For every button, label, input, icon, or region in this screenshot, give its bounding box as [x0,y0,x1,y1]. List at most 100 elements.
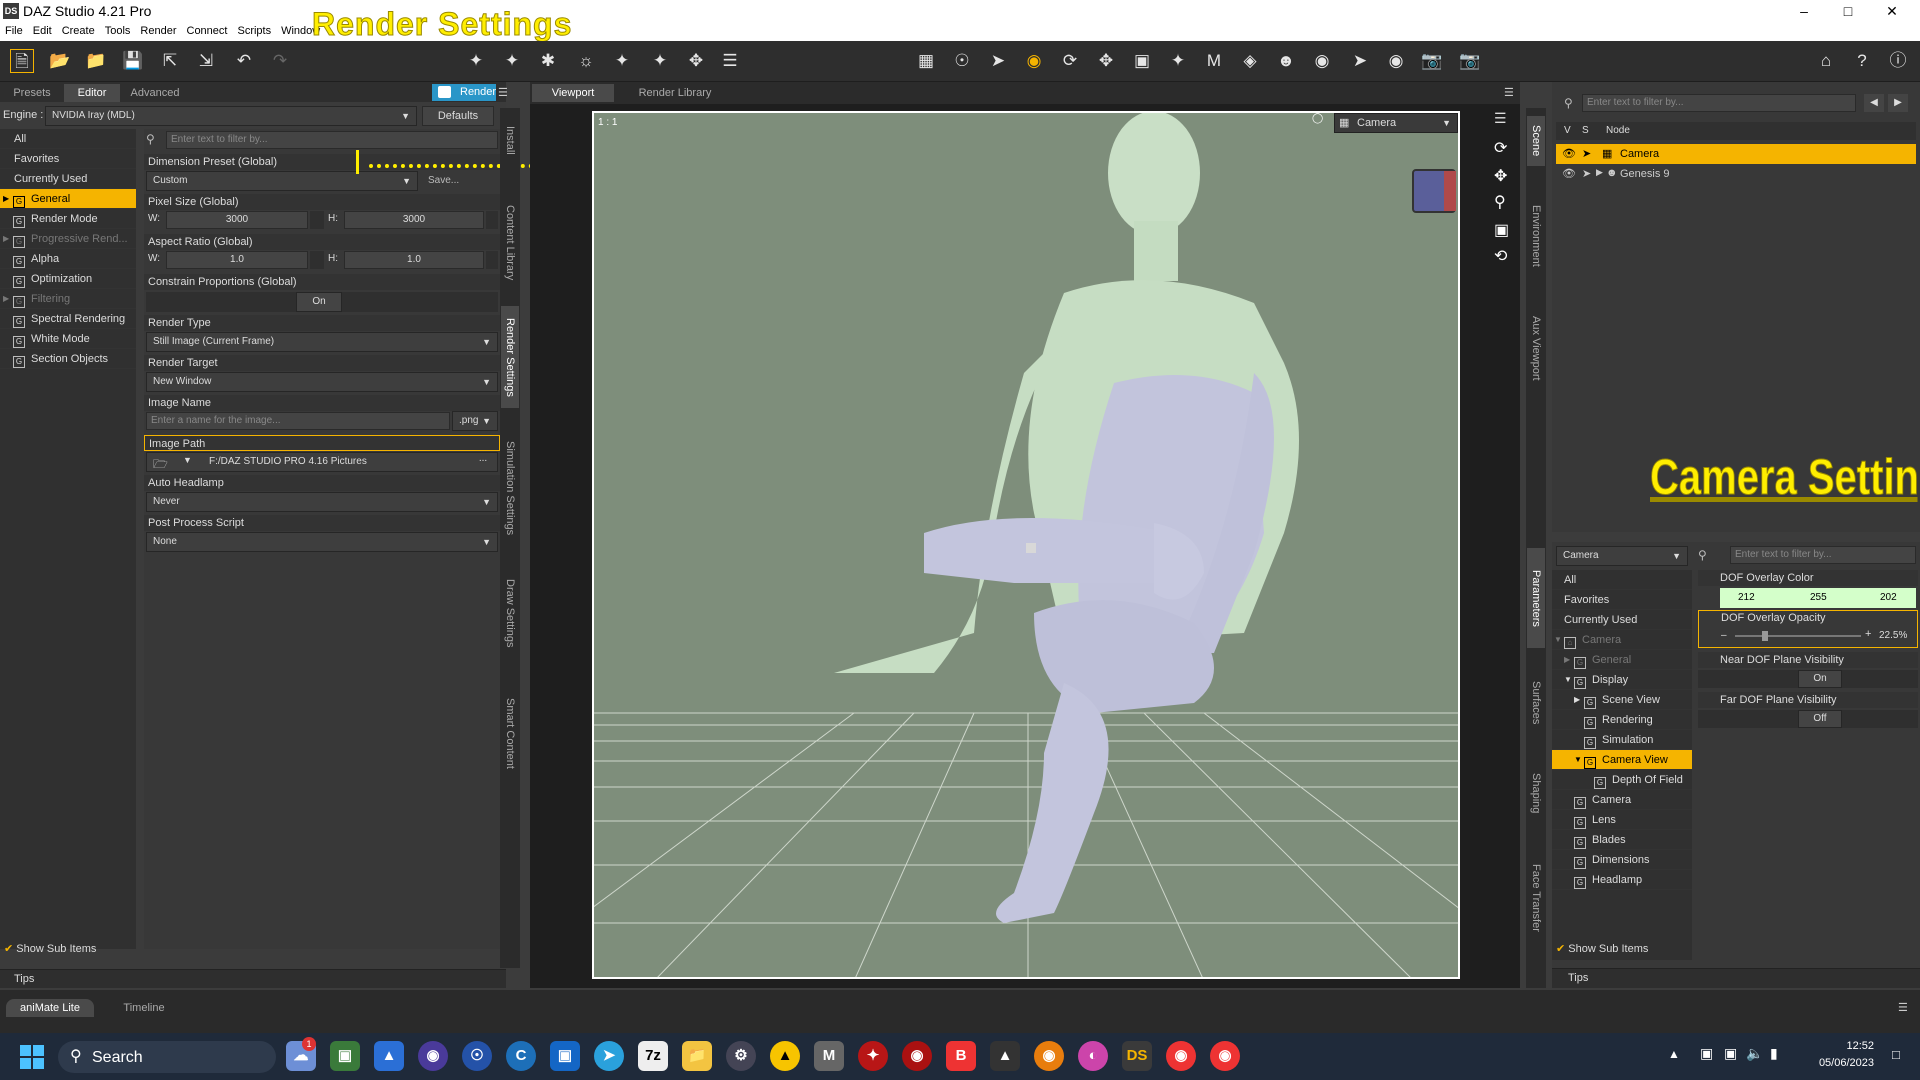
image-name-input[interactable]: Enter a name for the image... [146,412,450,430]
daz-studio-taskbar-icon[interactable]: DS [1122,1041,1152,1071]
render-category-item[interactable]: G Alpha [0,249,136,269]
param-tree-item[interactable]: G Camera [1552,790,1692,810]
merge-icon[interactable]: 📁 [84,49,108,73]
eye-icon[interactable]: 👁 [1562,167,1576,180]
constrain-toggle[interactable]: On [296,292,342,312]
scale-tool-icon[interactable]: ▣ [1130,49,1154,73]
universal-tool-icon[interactable]: ☉ [950,49,974,73]
scene-forward-button[interactable]: ▶ [1888,94,1908,112]
create-figure-icon[interactable]: ✦ [464,49,488,73]
menu-render[interactable]: Render [135,22,181,37]
view-cube[interactable] [1412,169,1456,213]
dof-color-b[interactable]: 202 [1880,588,1897,608]
minimize-button[interactable]: – [1782,1,1826,21]
scene-back-button[interactable]: ◀ [1864,94,1884,112]
select-arrow-icon[interactable]: ➤ [1582,167,1591,180]
param-tree-item[interactable]: ▶ G Scene View [1552,690,1692,710]
tab-advanced[interactable]: Advanced [122,84,188,102]
import-icon[interactable]: ⇱ [158,49,182,73]
maximize-button[interactable]: □ [1826,1,1870,21]
checkbox-checked-icon[interactable]: ✔ [1556,943,1565,955]
vtab-content-library[interactable]: Content Library [501,188,519,298]
clock-date[interactable]: 05/06/2023 [1800,1057,1874,1069]
app-icon-10[interactable]: ▲ [990,1041,1020,1071]
folder-icon[interactable]: 🗁 [153,455,168,476]
pixel-height-slider[interactable] [486,211,498,229]
app-icon-6[interactable]: M [814,1041,844,1071]
checkbox-checked-icon[interactable]: ✔ [4,943,13,955]
undo-icon[interactable]: ↶ [232,49,256,73]
defaults-button[interactable]: Defaults [422,106,494,126]
param-filter-input[interactable]: Enter text to filter by... [1730,546,1916,564]
iray-tool-icon[interactable]: ◉ [1384,49,1408,73]
surface-selection-icon[interactable]: ◈ [1238,49,1262,73]
expand-icon[interactable]: ▶ [3,289,9,309]
camera-select[interactable]: ▦ Camera ▼ [1334,113,1458,133]
store-app-icon[interactable]: ▲ [374,1041,404,1071]
vtab-draw-settings[interactable]: Draw Settings [501,568,519,658]
geometry-editor-icon[interactable]: M [1202,49,1226,73]
settings-icon[interactable]: ⚙ [726,1041,756,1071]
viewport-options-icon[interactable]: ☰ [1494,110,1507,127]
scene-node-camera[interactable]: 👁 ➤ ▦ Camera [1556,144,1916,164]
frame-icon[interactable]: ▣ [1494,220,1509,240]
dof-opacity-knob[interactable] [1762,631,1768,641]
menu-scripts[interactable]: Scripts [232,22,276,37]
notification-icon[interactable]: □ [1892,1047,1900,1062]
grid-tool-icon[interactable]: ▦ [914,49,938,73]
render-settings-icon[interactable]: 📷 [1420,49,1444,73]
col-node[interactable]: Node [1606,122,1630,140]
param-tree-item[interactable]: G Lens [1552,810,1692,830]
help-icon[interactable]: ⓘ [1886,49,1910,73]
joint-editor-icon[interactable]: ✦ [1166,49,1190,73]
property-filter-input[interactable]: Enter text to filter by... [166,131,498,149]
display-icon[interactable]: ▣ [1700,1045,1713,1062]
expand-icon[interactable]: ▶ [1596,167,1603,178]
pixel-height-field[interactable]: 3000 [344,211,484,229]
redo-icon[interactable]: ↷ [268,49,292,73]
vtab-shaping[interactable]: Shaping [1527,758,1545,828]
tab-editor[interactable]: Editor [64,84,120,102]
param-node-select[interactable]: Camera ▼ [1556,546,1688,566]
param-tree-item[interactable]: G Rendering [1552,710,1692,730]
param-tree-item[interactable]: Favorites [1552,590,1692,610]
param-tree-item[interactable]: G Blades [1552,830,1692,850]
zoom-icon[interactable]: ⚲ [1494,192,1506,212]
render-icon[interactable]: 📷 [1458,49,1482,73]
new-scene-icon[interactable]: 🗎 [10,49,34,73]
app-icon-5[interactable]: ▲ [770,1041,800,1071]
dimension-save-button[interactable]: Save... [422,171,498,191]
close-button[interactable]: ✕ [1870,1,1914,21]
param-tree-item[interactable]: Currently Used [1552,610,1692,630]
save-icon[interactable]: 💾 [121,49,145,73]
vtab-smart-content[interactable]: Smart Content [501,688,519,778]
app-icon-2[interactable]: ☉ [462,1041,492,1071]
auto-headlamp-select[interactable]: Never ▼ [146,492,498,512]
dimension-preset-select[interactable]: Custom ▼ [146,171,418,191]
render-category-item[interactable]: ▶ G Filtering [0,289,136,309]
open-icon[interactable]: 📂 [48,49,72,73]
increment-button[interactable]: + [1865,628,1875,640]
point-light-icon[interactable]: ✱ [536,49,560,73]
param-show-sub-items[interactable]: ✔ Show Sub Items [1556,942,1648,955]
render-category-item[interactable]: ▶ G Progressive Rend... [0,229,136,249]
aspect-height-slider[interactable] [486,251,498,269]
render-category-item[interactable]: G Section Objects [0,349,136,369]
expand-icon[interactable]: ▼ [1564,670,1572,690]
expand-icon[interactable]: ▶ [3,189,9,209]
dof-opacity-slider[interactable] [1735,631,1861,641]
decrement-button[interactable]: – [1721,630,1731,641]
chevron-up-icon[interactable]: ▲ [1668,1047,1680,1061]
menu-tools[interactable]: Tools [100,22,136,37]
expand-icon[interactable]: ▶ [3,229,9,249]
chevron-down-icon[interactable]: ▼ [183,455,192,465]
tab-animate-lite[interactable]: aniMate Lite [6,999,94,1017]
tab-render-library[interactable]: Render Library [620,84,730,102]
export-icon[interactable]: ⇲ [194,49,218,73]
near-dof-toggle[interactable]: On [1798,670,1842,688]
render-button[interactable]: Render [432,84,496,101]
render-category-item[interactable]: ▶ G General [0,189,136,209]
chrome-icon-2[interactable]: ◉ [1210,1041,1240,1071]
render-category-item[interactable]: G Spectral Rendering [0,309,136,329]
vtab-surfaces[interactable]: Surfaces [1527,668,1545,738]
